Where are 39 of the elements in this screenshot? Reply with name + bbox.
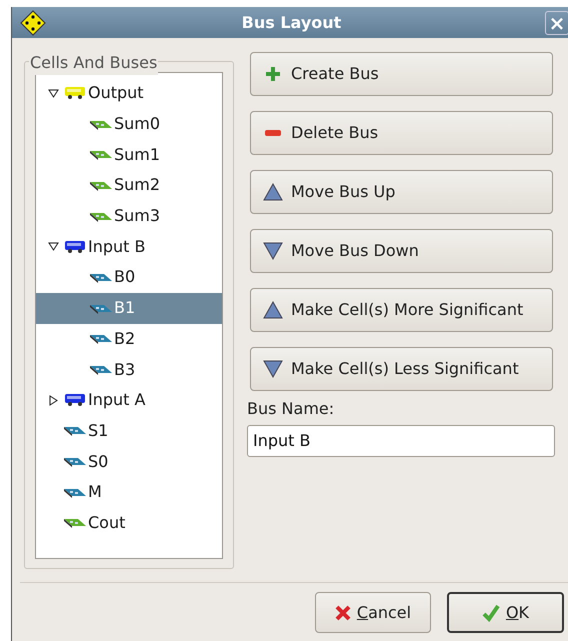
field-label: Bus Name: — [247, 398, 336, 420]
tree-item[interactable]: S0 — [36, 446, 222, 477]
action-button[interactable]: Delete Bus — [250, 111, 553, 155]
app-icon — [20, 10, 46, 36]
tree-item[interactable]: Input A — [36, 384, 222, 416]
tree-item[interactable]: Sum0 — [36, 108, 222, 140]
up-triangle-icon — [263, 301, 283, 319]
tree-item[interactable]: Sum1 — [36, 139, 222, 170]
checkmark-icon — [482, 604, 500, 622]
minus-icon — [265, 129, 281, 137]
action-button[interactable]: Create Bus — [250, 52, 553, 96]
dialog-button[interactable]: OK — [447, 592, 564, 633]
action-button[interactable]: Make Cell(s) More Significant — [250, 288, 553, 332]
cross-icon — [334, 604, 351, 620]
action-button[interactable]: Move Bus Up — [250, 170, 553, 214]
tree-item[interactable]: B1 — [36, 292, 222, 324]
tree-item[interactable]: Input B — [36, 231, 222, 262]
up-triangle-icon — [263, 183, 283, 201]
expanded-triangle-icon[interactable] — [48, 241, 58, 252]
tree-item[interactable]: B2 — [36, 324, 222, 354]
tree-item[interactable]: B0 — [36, 262, 222, 293]
tree-item[interactable]: Sum2 — [36, 170, 222, 201]
tree-item[interactable]: B3 — [36, 354, 222, 385]
tree-item[interactable]: S1 — [36, 416, 222, 446]
action-button[interactable]: Move Bus Down — [250, 229, 553, 273]
tree-item[interactable]: M — [36, 476, 222, 508]
expanded-triangle-icon[interactable] — [48, 88, 58, 99]
tree-item[interactable]: Cout — [36, 508, 222, 538]
down-triangle-icon — [263, 360, 283, 378]
window-title: Bus Layout — [240, 12, 342, 34]
bus-name-field[interactable]: Input B — [247, 425, 555, 457]
tree-item[interactable]: Output — [36, 78, 222, 109]
plus-icon — [265, 66, 281, 82]
tree-item[interactable]: Sum3 — [36, 200, 222, 232]
close-button[interactable]: × — [545, 10, 568, 34]
collapsed-triangle-icon[interactable] — [48, 394, 58, 406]
dialog-button[interactable]: Cancel — [315, 592, 431, 633]
action-button[interactable]: Make Cell(s) Less Significant — [250, 347, 553, 391]
down-triangle-icon — [263, 242, 283, 260]
